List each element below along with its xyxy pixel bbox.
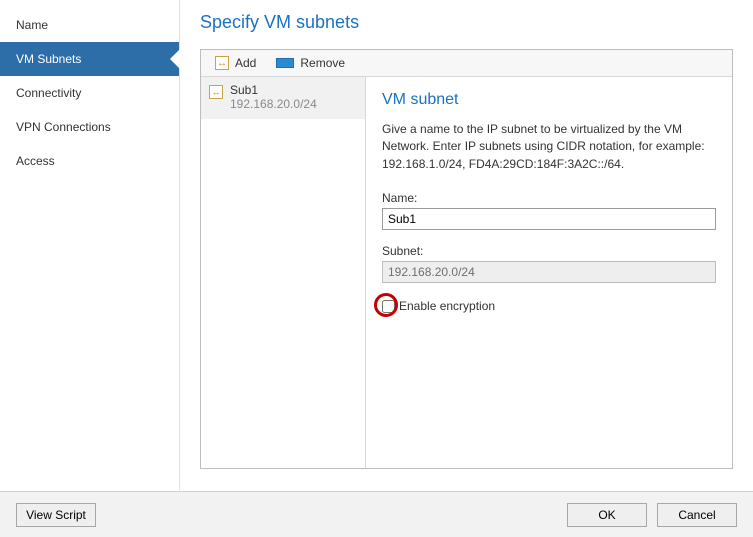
subnet-toolbar: ↔ Add Remove: [201, 50, 732, 77]
detail-title: VM subnet: [382, 91, 716, 109]
dialog-footer: View Script OK Cancel: [0, 491, 753, 537]
remove-icon: [276, 58, 294, 68]
sidebar-item-vm-subnets[interactable]: VM Subnets: [0, 42, 179, 76]
name-input[interactable]: [382, 208, 716, 230]
sidebar-item-connectivity[interactable]: Connectivity: [0, 76, 179, 110]
subnet-list-item[interactable]: ↔ Sub1 192.168.20.0/24: [201, 77, 365, 119]
add-label: Add: [235, 56, 256, 70]
detail-description: Give a name to the IP subnet to be virtu…: [382, 121, 716, 173]
sidebar-item-access[interactable]: Access: [0, 144, 179, 178]
remove-label: Remove: [300, 56, 345, 70]
page-title: Specify VM subnets: [200, 12, 733, 33]
ok-button[interactable]: OK: [567, 503, 647, 527]
sidebar-item-name[interactable]: Name: [0, 8, 179, 42]
sidebar-item-label: VM Subnets: [16, 52, 81, 66]
work-panel: ↔ Add Remove ↔ Sub1 192.168.20.0/24: [200, 49, 733, 469]
subnet-list-item-cidr: 192.168.20.0/24: [230, 97, 317, 111]
add-icon: ↔: [215, 56, 229, 70]
name-label: Name:: [382, 191, 716, 205]
add-button[interactable]: ↔ Add: [209, 54, 262, 72]
wizard-sidebar: Name VM Subnets Connectivity VPN Connect…: [0, 0, 180, 490]
sidebar-item-label: Access: [16, 154, 55, 168]
enable-encryption-label: Enable encryption: [399, 299, 495, 313]
sidebar-item-label: VPN Connections: [16, 120, 111, 134]
sidebar-item-label: Name: [16, 18, 48, 32]
sidebar-item-label: Connectivity: [16, 86, 81, 100]
subnet-icon: ↔: [209, 85, 223, 99]
enable-encryption-row: Enable encryption: [382, 299, 716, 313]
cancel-button[interactable]: Cancel: [657, 503, 737, 527]
subnet-list-item-name: Sub1: [230, 83, 317, 97]
subnet-label: Subnet:: [382, 244, 716, 258]
content-area: Specify VM subnets ↔ Add Remove ↔ Su: [180, 0, 753, 490]
view-script-button[interactable]: View Script: [16, 503, 96, 527]
subnet-input[interactable]: [382, 261, 716, 283]
remove-button[interactable]: Remove: [270, 54, 351, 72]
enable-encryption-checkbox[interactable]: [382, 300, 395, 313]
subnet-list: ↔ Sub1 192.168.20.0/24: [201, 77, 366, 468]
subnet-detail-pane: VM subnet Give a name to the IP subnet t…: [366, 77, 732, 468]
sidebar-item-vpn-connections[interactable]: VPN Connections: [0, 110, 179, 144]
